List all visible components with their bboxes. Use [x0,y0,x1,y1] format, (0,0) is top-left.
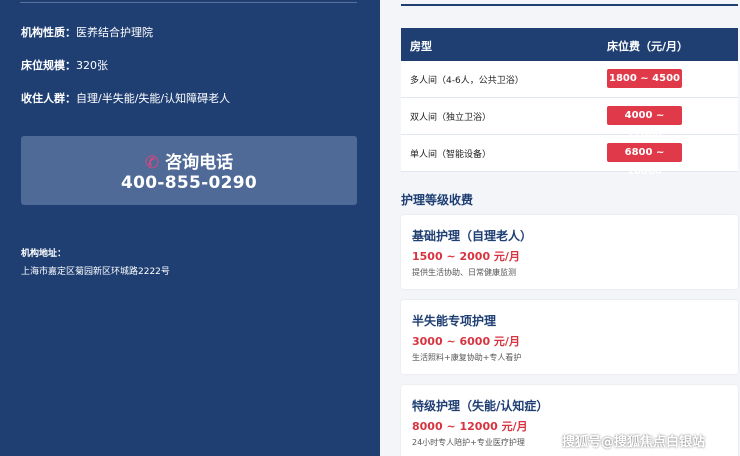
bed-fee-table: 房型 床位费（元/月） 多人间（4-6人，公共卫浴） 1800 ~ 4500 双… [401,28,738,177]
phone-icon: ✆ [144,153,160,173]
card-title: 半失能专项护理 [412,314,497,328]
table-row: 双人间（独立卫浴） 4000 ~ 12000 [401,98,738,140]
card-description: 提供生活协助、日常健康监测 [412,268,516,277]
header-room: 房型 [410,40,432,53]
price-badge: 1800 ~ 4500 [607,69,682,88]
table-row: 单人间（智能设备） 6800 ~ 16000 [401,135,738,177]
left-panel: 机构性质：医养结合护理院 床位规模：320张 收住人群：自理/半失能/失能/认知… [0,0,380,456]
divider [20,2,357,3]
org-residents-label: 收住人群： [21,92,76,105]
org-nature-row: 机构性质：医养结合护理院 [21,24,153,40]
address-value: 上海市嘉定区菊园新区环城路2222号 [21,267,170,277]
org-beds-label: 床位规模： [21,59,76,72]
care-card-basic: 基础护理（自理老人） 1500 ~ 2000 元/月 提供生活协助、日常健康监测 [401,215,738,289]
room-type: 单人间（智能设备） [410,150,492,160]
room-type: 多人间（4-6人，公共卫浴） [410,76,524,86]
contact-phone-button[interactable]: ✆ 咨询电话 400-855-0290 [21,136,357,205]
org-beds-value: 320张 [76,59,108,72]
card-price: 3000 ~ 6000 元/月 [412,335,520,348]
header-price: 床位费（元/月） [607,40,689,53]
contact-title: 咨询电话 [165,153,234,173]
org-nature-value: 医养结合护理院 [76,26,153,39]
contact-phone-number[interactable]: 400-855-0290 [21,173,357,193]
card-title: 特级护理（失能/认知症） [412,399,549,413]
card-price: 8000 ~ 12000 元/月 [412,420,528,433]
address-label: 机构地址： [21,249,67,259]
table-header: 房型 床位费（元/月） [401,28,738,61]
card-description: 24小时专人陪护+专业医疗护理 [412,438,525,447]
care-section-title: 护理等级收费 [401,193,474,207]
org-nature-label: 机构性质： [21,26,76,39]
card-description: 生活照料+康复协助+专人看护 [412,353,522,362]
card-title: 基础护理（自理老人） [412,229,533,243]
divider [401,4,738,6]
price-badge: 4000 ~ 12000 [607,106,682,140]
room-type: 双人间（独立卫浴） [410,113,492,123]
org-beds-row: 床位规模：320张 [21,57,108,73]
contact-title-row: ✆ 咨询电话 [21,148,357,173]
org-residents-row: 收住人群：自理/半失能/失能/认知障碍老人 [21,90,230,106]
price-badge: 6800 ~ 16000 [607,143,682,177]
org-residents-value: 自理/半失能/失能/认知障碍老人 [76,92,231,105]
table-row: 多人间（4-6人，公共卫浴） 1800 ~ 4500 [401,61,738,98]
watermark-text: 搜狐号@搜狐焦点白银站 [562,435,706,450]
care-card-semi: 半失能专项护理 3000 ~ 6000 元/月 生活照料+康复协助+专人看护 [401,300,738,374]
card-price: 1500 ~ 2000 元/月 [412,250,520,263]
